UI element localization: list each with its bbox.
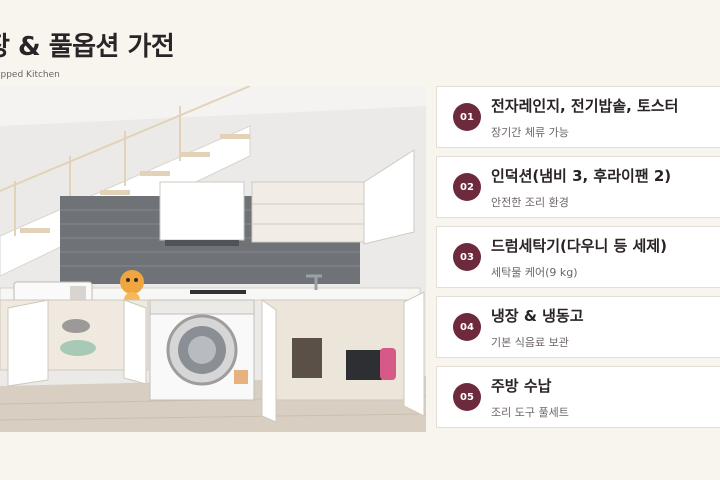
- page-subtitle: ipped Kitchen: [0, 70, 60, 80]
- page-title: 장 & 풀옵션 가전: [0, 32, 175, 62]
- kitchen-photo: [0, 86, 426, 432]
- feature-card: 03 드럼세탁기(다우니 등 세제) 세탁물 케어(9 kg): [436, 226, 720, 288]
- feature-card: 05 주방 수납 조리 도구 풀세트: [436, 366, 720, 428]
- feature-number-badge: 04: [453, 313, 481, 341]
- feature-title: 드럼세탁기(다우니 등 세제): [491, 237, 667, 255]
- feature-number-badge: 02: [453, 173, 481, 201]
- feature-description: 조리 도구 풀세트: [491, 406, 569, 419]
- feature-number-badge: 05: [453, 383, 481, 411]
- feature-description: 안전한 조리 환경: [491, 196, 569, 209]
- feature-number-badge: 03: [453, 243, 481, 271]
- feature-title: 주방 수납: [491, 377, 552, 395]
- feature-card: 01 전자레인지, 전기밥솥, 토스터 장기간 체류 가능: [436, 86, 720, 148]
- feature-description: 장기간 체류 가능: [491, 126, 569, 139]
- feature-title: 전자레인지, 전기밥솥, 토스터: [491, 97, 679, 115]
- feature-card: 02 인덕션(냄비 3, 후라이팬 2) 안전한 조리 환경: [436, 156, 720, 218]
- feature-description: 세탁물 케어(9 kg): [491, 266, 578, 279]
- feature-title: 인덕션(냄비 3, 후라이팬 2): [491, 167, 672, 185]
- feature-card: 04 냉장 & 냉동고 기본 식음료 보관: [436, 296, 720, 358]
- feature-title: 냉장 & 냉동고: [491, 307, 584, 325]
- feature-number-badge: 01: [453, 103, 481, 131]
- feature-description: 기본 식음료 보관: [491, 336, 569, 349]
